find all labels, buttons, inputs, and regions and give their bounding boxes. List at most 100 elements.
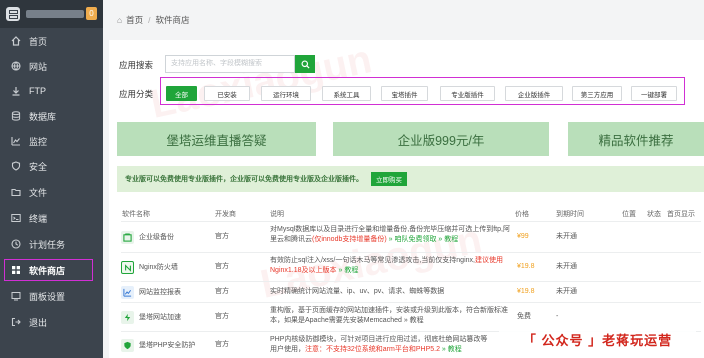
tab-third-party[interactable]: 第三方应用 (572, 86, 622, 101)
sidebar-item-ftp[interactable]: FTP (0, 80, 103, 102)
search-label: 应用搜索 (119, 60, 154, 70)
description-line: 重构版，基于页面缓存的网站加速插件，安装或升级到此版本，符合新版标准 (270, 307, 508, 314)
monitor-icon (10, 135, 22, 147)
banner-enterprise[interactable]: 企业版999元/年 (333, 122, 549, 156)
plugin-vendor: 官方 (215, 288, 229, 295)
tab-all[interactable]: 全部 (166, 86, 197, 101)
tab-one-click-deploy[interactable]: 一键部署 (631, 86, 677, 101)
sidebar-item-label: 监控 (29, 136, 48, 147)
description-warning: 注意：不支持32位系统和arm平台和PHP5.2 (305, 346, 440, 353)
tab-bt-plugins[interactable]: 宝塔插件 (381, 86, 428, 101)
description-link[interactable]: » 教程 (440, 346, 462, 353)
main-area: ⌂ 首页 / 软件商店 Laoxiaogun Laoxiaogun 应用搜索 支… (103, 0, 704, 358)
table-row[interactable]: 企业级备份 官方 对Mysql数据库以及目录进行全量和增量备份,备份完毕压缩并可… (121, 222, 701, 253)
description-text: 用户使用， (270, 346, 305, 353)
tab-installed[interactable]: 已安装 (204, 86, 250, 101)
column-header-location: 位置 (622, 211, 636, 218)
sidebar-item-label: 文件 (29, 187, 48, 198)
banner-recommended[interactable]: 精品软件推荐 (568, 122, 704, 156)
backup-icon (121, 231, 134, 244)
plugin-description: 对Mysql数据库以及目录进行全量和增量备份,备份完毕压缩并可选上传到ftp,阿… (270, 225, 510, 245)
plugin-vendor: 官方 (215, 341, 229, 348)
store-panel: Laoxiaogun Laoxiaogun 应用搜索 支持应用名称、字段模糊搜索… (109, 37, 704, 358)
description-link[interactable]: » 咱队免费领取 » 教程 (387, 236, 459, 243)
notice-text: 专业版可以免费使用专业版插件，企业版可以免费使用专业版及企业版插件。 (125, 176, 363, 183)
breadcrumb-home[interactable]: 首页 (126, 14, 143, 26)
description-line: 本，如果是Apache需要先安装Memcached » 教程 (270, 317, 424, 324)
sidebar-item-store[interactable]: 软件商店 (0, 259, 103, 281)
sidebar-item-logout[interactable]: 退出 (0, 311, 103, 333)
shield-icon (10, 160, 22, 172)
column-header-name: 软件名称 (122, 211, 150, 218)
plugin-expire: 未开通 (556, 233, 577, 240)
plugin-name: 企业级备份 (139, 233, 174, 241)
folder-icon (10, 186, 22, 198)
column-header-expire: 到期时间 (556, 211, 584, 218)
plugin-vendor: 官方 (215, 313, 229, 320)
tab-pro-plugins[interactable]: 专业版插件 (440, 86, 495, 101)
sidebar-item-terminal[interactable]: 终端 (0, 207, 103, 229)
column-header-price: 价格 (515, 211, 529, 218)
description-line: Nginx1.18及以上版本 » 教程 (270, 266, 515, 276)
description-warning: Nginx1.18及以上版本 (270, 267, 337, 274)
tab-enterprise-plugins[interactable]: 企业版插件 (505, 86, 563, 101)
breadcrumb-separator: / (148, 15, 151, 25)
sidebar-item-settings[interactable]: 面板设置 (0, 285, 103, 307)
tab-system-tools[interactable]: 系统工具 (322, 86, 371, 101)
plugin-name: 网站监控报表 (139, 288, 181, 296)
sidebar-item-label: 面板设置 (29, 291, 66, 302)
sidebar-item-security[interactable]: 安全 (0, 155, 103, 177)
tab-runtime[interactable]: 运行环境 (261, 86, 311, 101)
sidebar-item-label: 数据库 (29, 111, 57, 122)
plugin-name: Nginx防火墙 (139, 263, 178, 271)
notification-badge[interactable]: 0 (86, 7, 97, 20)
wechat-stamp: 「 公众号 」老蒋玩运营 (499, 327, 696, 351)
table-row[interactable]: Nginx防火墙 官方 有效防止sql注入/xss/一句话木马等常见渗透攻击,当… (121, 253, 701, 282)
speed-icon (121, 311, 134, 324)
column-header-homepage: 首页显示 (667, 211, 695, 218)
description-link[interactable]: » 教程 (337, 267, 358, 274)
store-icon (10, 264, 22, 276)
sidebar-item-files[interactable]: 文件 (0, 181, 103, 203)
sidebar-item-label: 终端 (29, 213, 48, 224)
plugin-name-cell: 堡塔网站加速 (121, 311, 181, 324)
plugin-price: ¥99 (517, 233, 529, 240)
plugin-description: 实时精确统计网站流量、ip、uv、pv、请求、蜘蛛等数据 (270, 288, 445, 295)
sidebar-item-home[interactable]: 首页 (0, 30, 103, 52)
description-line: 对Mysql数据库以及目录进行全量和增量备份,备份完毕压缩并可选上传到ftp,阿 (270, 226, 510, 233)
ftp-icon (10, 85, 22, 97)
plugin-price: ¥19.8 (517, 263, 535, 270)
table-row[interactable]: 网站监控报表 官方 实时精确统计网站流量、ip、uv、pv、请求、蜘蛛等数据 ¥… (121, 282, 701, 303)
description-text: 里云和腾讯云 (270, 236, 312, 243)
search-input[interactable]: 支持应用名称、字段模糊搜索 (165, 55, 295, 73)
home-icon (10, 35, 22, 47)
buy-now-button[interactable]: 立即购买 (371, 172, 407, 186)
search-button[interactable] (295, 55, 315, 73)
plugin-name: 堡塔PHP安全防护 (139, 341, 196, 349)
plugin-expire: 未开通 (556, 288, 577, 295)
plugin-expire: - (556, 313, 559, 320)
sidebar-item-cron[interactable]: 计划任务 (0, 233, 103, 255)
sidebar-item-monitor[interactable]: 监控 (0, 130, 103, 152)
description-text: 有效防止sql注入/xss/一句话木马等常见渗透攻击,当前仅支持nginx, (270, 257, 475, 264)
sidebar-item-label: 软件商店 (29, 265, 66, 276)
plugin-name-cell: 堡塔PHP安全防护 (121, 339, 195, 352)
sidebar-item-database[interactable]: 数据库 (0, 105, 103, 127)
sidebar-item-label: 首页 (29, 36, 48, 47)
plugin-price: ¥19.8 (517, 288, 535, 295)
terminal-icon (10, 212, 22, 224)
exit-icon (10, 316, 22, 328)
pro-notice: 专业版可以免费使用专业版插件，企业版可以免费使用专业版及企业版插件。 立即购买 (117, 166, 704, 192)
plugin-expire: 未开通 (556, 263, 577, 270)
plugin-name-cell: 网站监控报表 (121, 286, 181, 299)
banner-live-support[interactable]: 堡塔运维直播答疑 (117, 122, 316, 156)
description-line: 里云和腾讯云(仅innodb支持增量备份) » 咱队免费领取 » 教程 (270, 235, 510, 245)
description-line: PHP内核级防御模块，可针对项目进行应用过滤，彻底杜绝网站篡改等 (270, 336, 488, 343)
plugin-price: 免费 (517, 313, 531, 320)
plugin-name-cell: 企业级备份 (121, 231, 174, 244)
description-warning: (仅innodb支持增量备份) (312, 236, 387, 243)
sidebar-item-website[interactable]: 网站 (0, 55, 103, 77)
column-header-vendor: 开发商 (215, 211, 236, 218)
plugin-name-cell: Nginx防火墙 (121, 261, 178, 274)
sidebar: 0 首页 网站 FTP 数据库 监控 安全 文件 终端 计划任务 软件商店 面板… (0, 0, 103, 358)
